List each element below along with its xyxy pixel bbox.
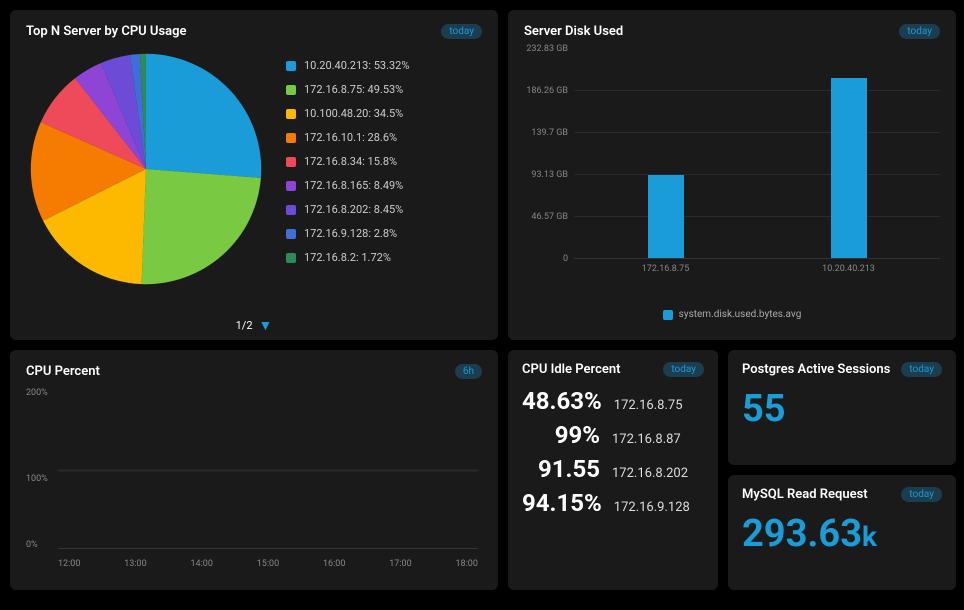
time-badge[interactable]: today [899,24,940,39]
panel-title: Top N Server by CPU Usage [26,24,187,39]
panel-cpu-top: Top N Server by CPU Usage today 10.20.40… [10,10,498,340]
legend-swatch [663,310,673,320]
legend-swatch [286,61,296,71]
legend-label: 10.20.40.213: 53.32% [304,59,409,72]
legend-swatch [286,229,296,239]
disk-bar[interactable]: 172.16.8.75 [648,175,684,258]
panel-postgres: Postgres Active Sessions today 55 [728,350,956,465]
x-tick: 16:00 [323,559,345,569]
pager: 1/2 ▼ [236,317,273,334]
idle-value: 94.15% [522,489,602,517]
idle-row: 48.63% 172.16.8.75 [522,387,704,415]
legend-label: 172.16.8.75: 49.53% [304,83,403,96]
cpu-chart: 200% 100% 0% 12:00 13:00 14:00 15:00 16:00 17… [26,389,482,569]
y-tick: 186.26 GB [526,86,568,96]
y-tick: 139.7 GB [531,128,568,138]
pie-legend: 10.20.40.213: 53.32% 172.16.8.75: 49.53% 1… [286,49,482,289]
legend-item[interactable]: 172.16.8.202: 8.45% [286,203,482,216]
y-tick: 0 [563,254,568,264]
legend-swatch [286,157,296,167]
bar-label: 10.20.40.213 [822,264,875,274]
legend-item[interactable]: 172.16.9.128: 2.8% [286,227,482,240]
legend-swatch [286,181,296,191]
x-tick: 14:00 [191,559,213,569]
idle-row: 91.55 172.16.8.202 [522,455,704,483]
y-tick: 100% [26,474,48,484]
pie-chart [26,49,266,289]
disk-chart: 232.83 GB186.26 GB139.7 GB93.13 GB46.57 … [524,49,940,289]
disk-legend-label: system.disk.used.bytes.avg [679,309,802,320]
x-tick: 15:00 [257,559,279,569]
idle-value: 91.55 [522,455,600,483]
x-tick: 18:00 [456,559,478,569]
legend-item[interactable]: 10.20.40.213: 53.32% [286,59,482,72]
disk-legend: system.disk.used.bytes.avg [524,309,940,320]
idle-value: 99% [522,421,600,449]
panel-cpu-idle: CPU Idle Percent today 48.63% 172.16.8.75… [508,350,718,590]
idle-ip: 172.16.8.87 [612,432,704,447]
postgres-value: 55 [742,387,942,431]
y-tick: 0% [26,540,38,550]
panel-title: CPU Percent [26,364,100,379]
mysql-value: 293.63k [742,512,942,556]
x-tick: 12:00 [58,559,80,569]
time-badge[interactable]: today [901,362,942,377]
legend-label: 172.16.8.165: 8.49% [304,179,403,192]
legend-item[interactable]: 172.16.8.2: 1.72% [286,251,482,264]
idle-ip: 172.16.8.202 [612,466,704,481]
y-tick: 46.57 GB [531,212,568,222]
bar-label: 172.16.8.75 [642,264,690,274]
legend-label: 172.16.8.2: 1.72% [304,251,391,264]
idle-value: 48.63% [522,387,602,415]
pager-text: 1/2 [236,319,253,332]
panel-title: CPU Idle Percent [522,362,620,377]
y-tick: 232.83 GB [526,44,568,54]
x-tick: 13:00 [124,559,146,569]
idle-row: 94.15% 172.16.9.128 [522,489,704,517]
panel-title: Postgres Active Sessions [742,362,890,377]
disk-bar[interactable]: 10.20.40.213 [831,78,867,258]
legend-label: 172.16.10.1: 28.6% [304,131,397,144]
legend-item[interactable]: 172.16.8.75: 49.53% [286,83,482,96]
legend-swatch [286,133,296,143]
idle-ip: 172.16.8.75 [614,398,706,413]
idle-row: 99% 172.16.8.87 [522,421,704,449]
time-badge[interactable]: today [663,362,704,377]
time-badge[interactable]: today [901,487,942,502]
legend-swatch [286,205,296,215]
panel-cpu-percent: CPU Percent 6h 200% 100% 0% 12:00 13:00 14… [10,350,498,590]
legend-item[interactable]: 10.100.48.20: 34.5% [286,107,482,120]
panel-disk: Server Disk Used today 232.83 GB 186.26 G… [508,10,956,340]
x-tick: 17:00 [389,559,411,569]
legend-label: 172.16.9.128: 2.8% [304,227,397,240]
legend-item[interactable]: 172.16.8.165: 8.49% [286,179,482,192]
legend-label: 10.100.48.20: 34.5% [304,107,403,120]
legend-swatch [286,109,296,119]
pager-next-icon[interactable]: ▼ [259,317,273,334]
idle-ip: 172.16.9.128 [614,500,706,515]
panel-mysql: MySQL Read Request today 293.63k [728,475,956,590]
y-tick: 93.13 GB [531,170,568,180]
panel-title: MySQL Read Request [742,487,868,502]
legend-swatch [286,85,296,95]
legend-item[interactable]: 172.16.10.1: 28.6% [286,131,482,144]
pie-slice[interactable] [146,54,261,178]
time-badge[interactable]: 6h [455,364,482,379]
legend-item[interactable]: 172.16.8.34: 15.8% [286,155,482,168]
pie-slice[interactable] [142,169,261,284]
time-badge[interactable]: today [441,24,482,39]
legend-label: 172.16.8.202: 8.45% [304,203,403,216]
legend-label: 172.16.8.34: 15.8% [304,155,397,168]
legend-swatch [286,253,296,263]
y-tick: 200% [26,388,48,398]
panel-title: Server Disk Used [524,24,623,39]
